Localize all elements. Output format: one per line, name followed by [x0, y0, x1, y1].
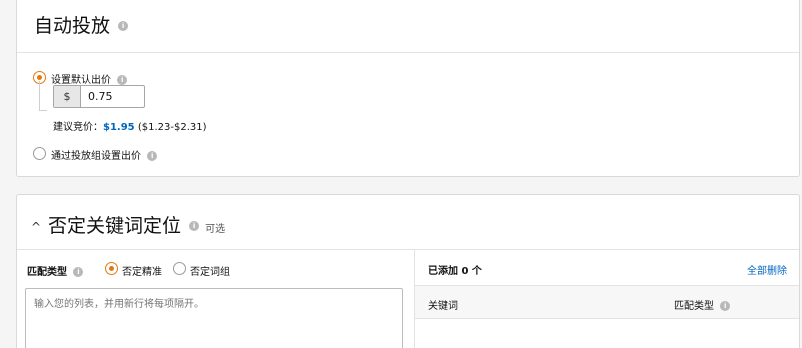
info-icon[interactable]: i: [117, 75, 128, 85]
match-type-label: 匹配类型: [27, 267, 67, 278]
suggested-bid-range: ($1.23-$2.31): [137, 122, 207, 133]
negative-keywords-textarea[interactable]: [25, 288, 403, 348]
section-divider: [17, 52, 799, 53]
currency-prefix: $: [54, 86, 81, 107]
info-icon[interactable]: i: [73, 267, 84, 277]
column-header-match-type-label: 匹配类型: [674, 301, 714, 312]
added-count: 已添加 0 个: [428, 266, 482, 277]
optional-label: 可选: [205, 224, 226, 235]
group-bid-label: 通过投放组设置出价: [51, 151, 141, 162]
column-header-match-type: 匹配类型 i: [674, 297, 731, 312]
match-type-field: 匹配类型 i: [27, 263, 84, 278]
info-icon[interactable]: i: [147, 151, 158, 161]
negative-keyword-card: ^ 否定关键词定位 i 可选 匹配类型 i 否定精准 否定词组 已添加 0 个 …: [16, 194, 800, 348]
negative-keyword-heading: 否定关键词定位 i 可选: [48, 211, 225, 238]
match-phrase-radio[interactable]: [173, 262, 186, 275]
group-bid-radio[interactable]: [33, 147, 46, 160]
match-phrase-label[interactable]: 否定词组: [190, 263, 230, 278]
info-icon[interactable]: i: [720, 301, 731, 311]
suggested-bid-label: 建议竞价：: [53, 122, 103, 133]
auto-targeting-heading: 自动投放 i: [34, 11, 129, 38]
match-exact-label[interactable]: 否定精准: [122, 263, 162, 278]
bid-indent-bracket: [39, 81, 47, 111]
group-bid-option: 通过投放组设置出价 i: [51, 147, 158, 162]
auto-targeting-title: 自动投放: [34, 15, 111, 37]
default-bid-input[interactable]: [82, 86, 144, 107]
match-exact-radio[interactable]: [105, 262, 118, 275]
auto-targeting-card: 自动投放 i 设置默认出价 i $ 建议竞价：$1.95 ($1.23-$2.3…: [16, 0, 800, 177]
delete-all-link[interactable]: 全部删除: [747, 262, 787, 277]
info-icon[interactable]: i: [189, 220, 200, 231]
info-icon[interactable]: i: [118, 20, 129, 31]
default-bid-field[interactable]: $: [53, 85, 145, 108]
column-header-keyword: 关键词: [428, 301, 458, 312]
chevron-up-icon[interactable]: ^: [31, 220, 41, 234]
negative-keyword-title: 否定关键词定位: [48, 215, 182, 237]
suggested-bid-value[interactable]: $1.95: [103, 122, 135, 133]
added-keywords-header-row: [415, 285, 799, 319]
suggested-bid: 建议竞价：$1.95 ($1.23-$2.31): [53, 118, 207, 133]
default-bid-option: 设置默认出价 i: [51, 71, 128, 86]
